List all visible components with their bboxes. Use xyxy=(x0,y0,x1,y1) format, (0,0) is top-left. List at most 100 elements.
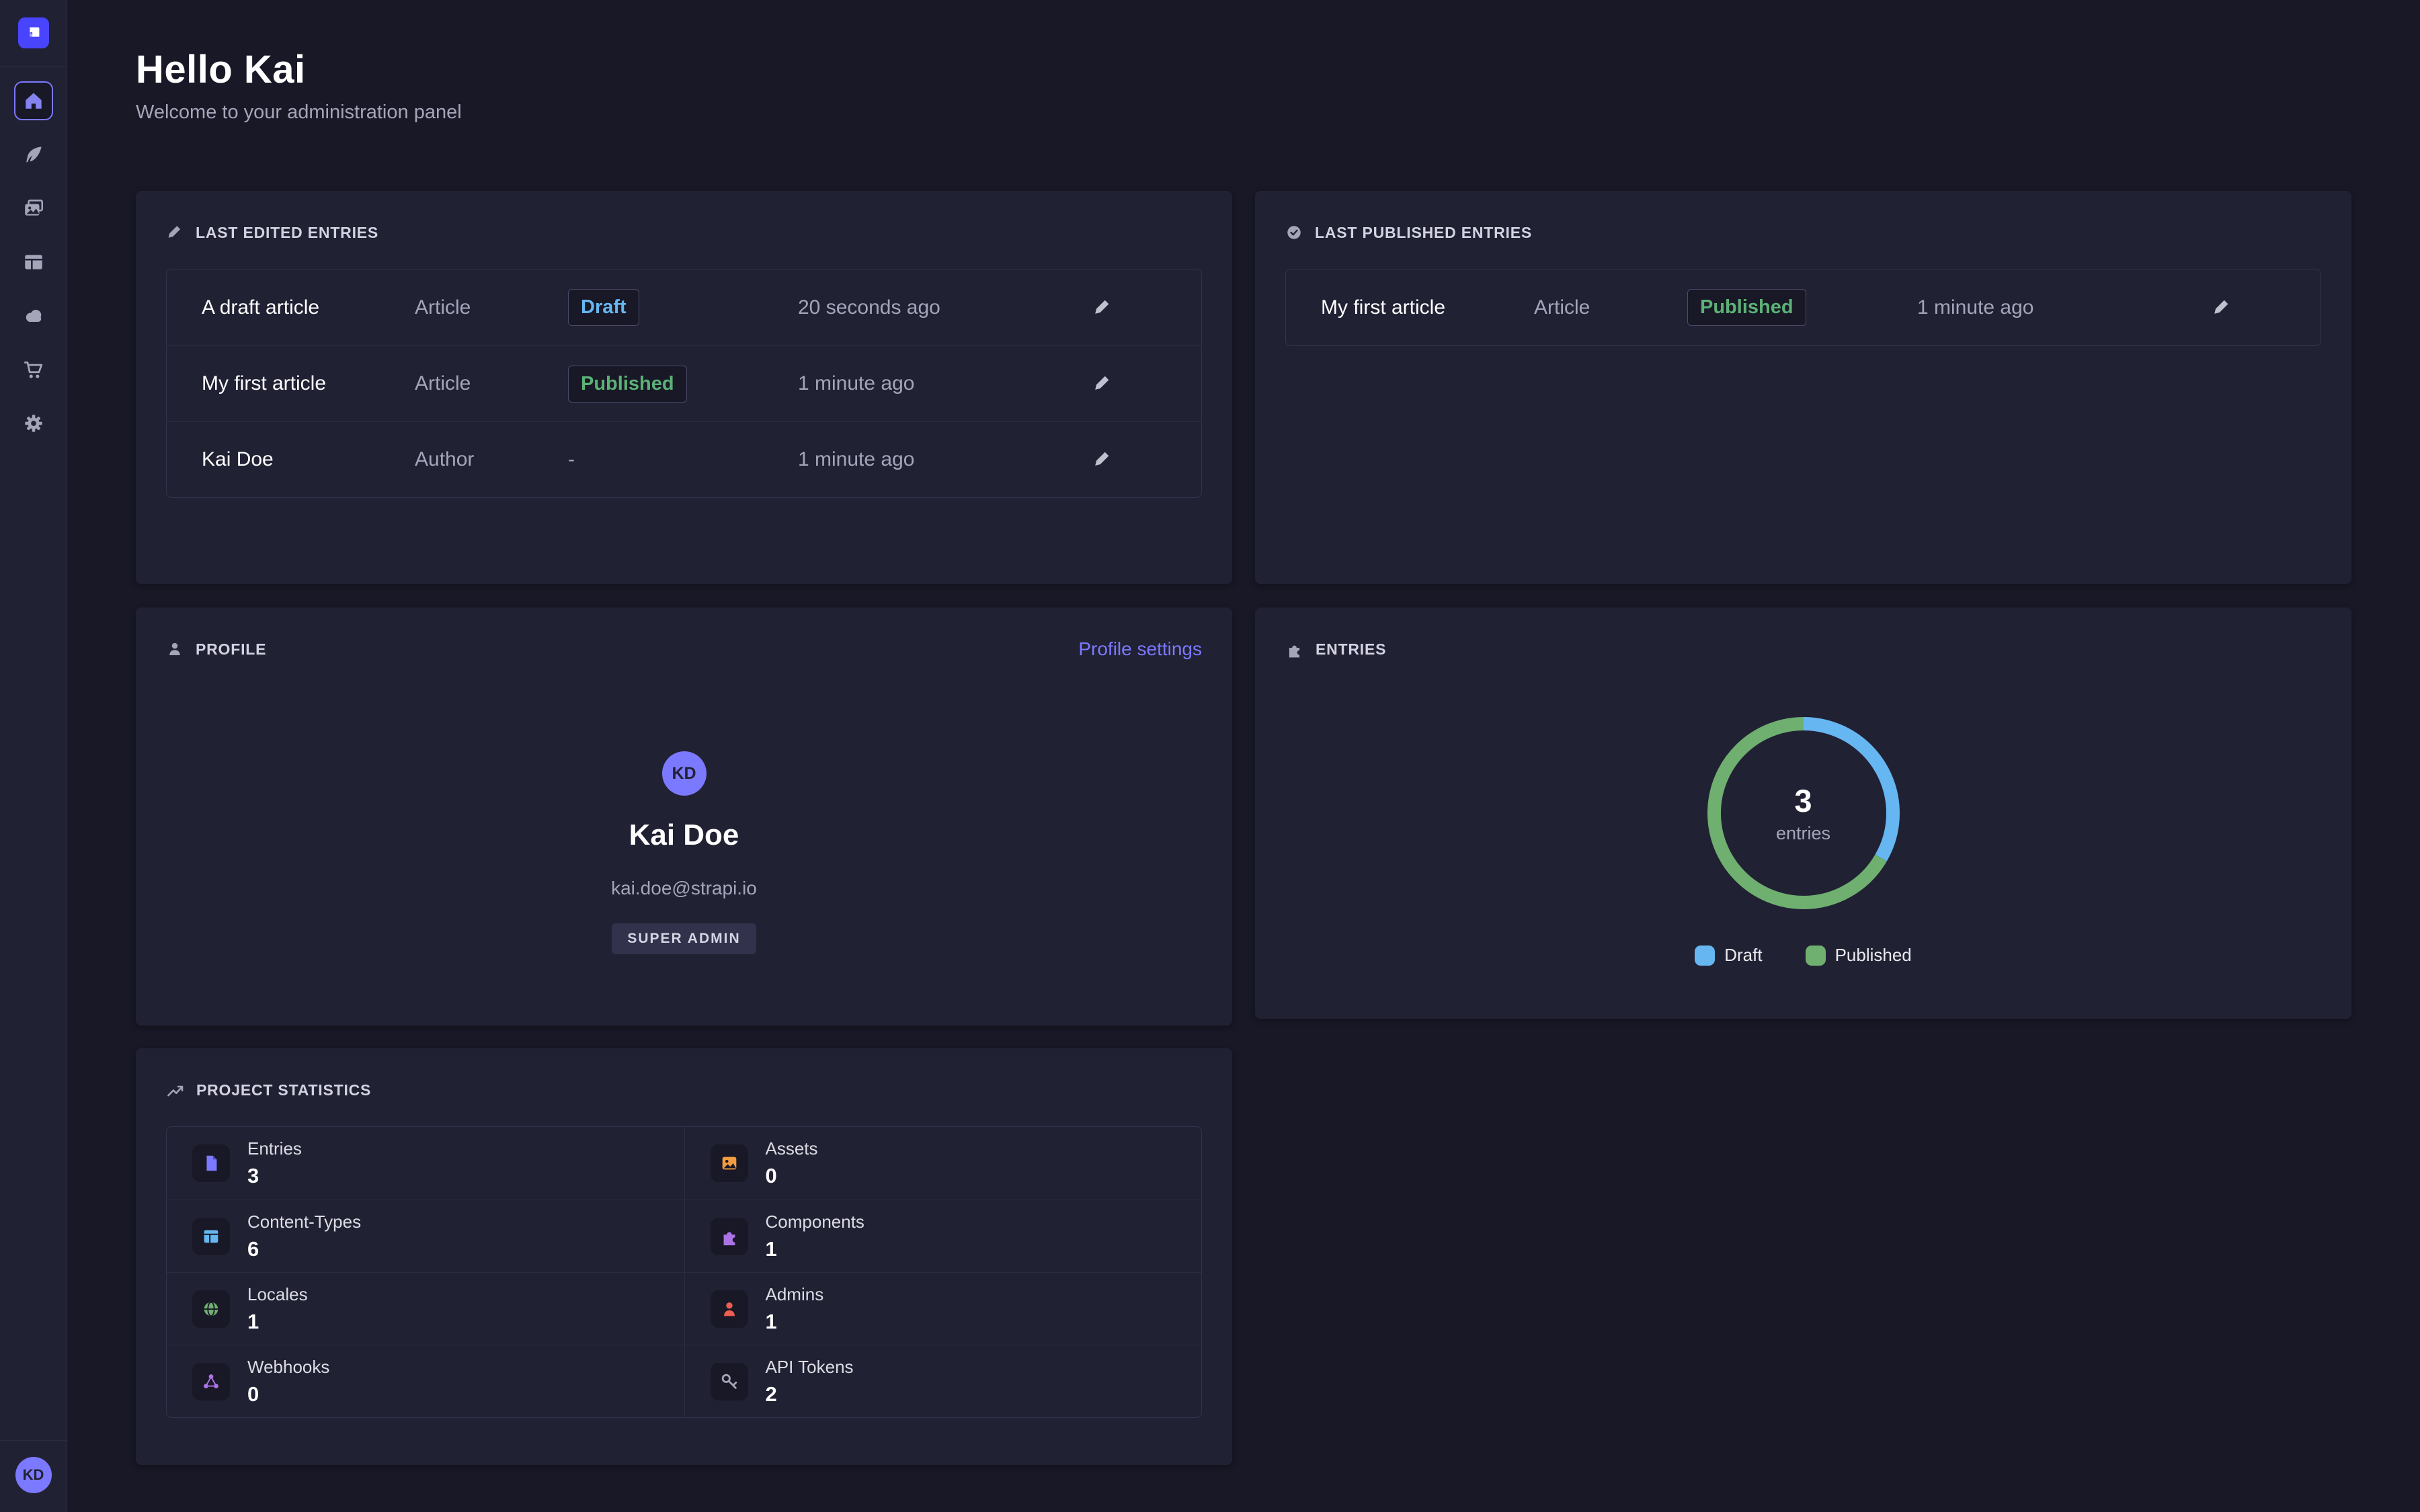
status-badge: Published xyxy=(568,366,687,403)
entry-type: Author xyxy=(415,448,568,471)
entry-time: 1 minute ago xyxy=(798,448,1086,471)
pencil-icon xyxy=(2212,298,2232,318)
profile-settings-link[interactable]: Profile settings xyxy=(1078,638,1202,660)
edit-entry-button[interactable] xyxy=(1086,368,1119,400)
panel-profile: PROFILE Profile settings KD Kai Doe kai.… xyxy=(136,607,1232,1025)
stat-value: 0 xyxy=(247,1382,329,1406)
status-badge: Draft xyxy=(568,289,639,326)
entry-type: Article xyxy=(415,372,568,395)
edit-entry-button[interactable] xyxy=(1086,444,1119,476)
legend-label: Draft xyxy=(1724,945,1762,966)
role-badge: SUPER ADMIN xyxy=(612,923,756,954)
stat-label: Components xyxy=(766,1212,864,1232)
table-row: Kai Doe Author - 1 minute ago xyxy=(167,421,1201,497)
stat-value: 1 xyxy=(766,1237,864,1261)
entry-name: Kai Doe xyxy=(202,448,415,471)
stat-label: Admins xyxy=(766,1284,824,1305)
pencil-icon xyxy=(166,224,184,241)
panel-project-statistics: PROJECT STATISTICS Entries 3 xyxy=(136,1048,1232,1465)
stat-components: Components 1 xyxy=(684,1200,1202,1272)
panel-title: ENTRIES xyxy=(1316,640,1386,659)
stat-content-types: Content-Types 6 xyxy=(167,1200,684,1272)
table-row: A draft article Article Draft 20 seconds… xyxy=(167,269,1201,345)
strapi-logo[interactable] xyxy=(18,17,49,48)
stats-table: Entries 3 Assets 0 xyxy=(166,1126,1202,1418)
stat-admins: Admins 1 xyxy=(684,1272,1202,1345)
legend-item-published: Published xyxy=(1806,945,1912,966)
user-avatar[interactable]: KD xyxy=(15,1457,52,1493)
entries-donut-chart: 3 entries xyxy=(1703,712,1904,914)
person-icon xyxy=(166,640,184,658)
sidebar-item-content-manager[interactable] xyxy=(14,135,53,174)
profile-avatar: KD xyxy=(662,751,707,796)
gear-icon xyxy=(22,412,45,435)
panel-title: PROFILE xyxy=(196,640,266,659)
feather-icon xyxy=(22,143,45,166)
stat-value: 3 xyxy=(247,1164,302,1188)
stat-value: 6 xyxy=(247,1237,361,1261)
key-icon xyxy=(719,1372,739,1392)
stat-label: Locales xyxy=(247,1284,308,1305)
trending-up-icon xyxy=(166,1081,184,1099)
stat-webhooks: Webhooks 0 xyxy=(167,1345,684,1417)
stat-entries: Entries 3 xyxy=(167,1127,684,1200)
entry-name: My first article xyxy=(202,372,415,395)
legend-item-draft: Draft xyxy=(1695,945,1762,966)
stat-value: 1 xyxy=(247,1310,308,1334)
entry-name: My first article xyxy=(1321,296,1534,319)
donut-center-label: entries xyxy=(1776,823,1830,844)
stat-locales: Locales 1 xyxy=(167,1272,684,1345)
stat-value: 0 xyxy=(766,1164,818,1188)
stat-label: Webhooks xyxy=(247,1357,329,1378)
page-title: Hello Kai xyxy=(136,47,2351,92)
sidebar-item-content-type-builder[interactable] xyxy=(14,243,53,282)
sidebar-item-deploy[interactable] xyxy=(14,296,53,335)
stat-value: 1 xyxy=(766,1310,824,1334)
panel-title: LAST PUBLISHED ENTRIES xyxy=(1315,224,1532,242)
panel-last-published-entries: LAST PUBLISHED ENTRIES My first article … xyxy=(1255,191,2351,584)
stat-label: Entries xyxy=(247,1138,302,1159)
layout-icon xyxy=(201,1226,221,1247)
strapi-logo-icon xyxy=(24,23,44,43)
edit-entry-button[interactable] xyxy=(1086,292,1119,324)
images-icon xyxy=(22,197,45,220)
stat-api-tokens: API Tokens 2 xyxy=(684,1345,1202,1417)
home-icon xyxy=(22,89,45,112)
sidebar: KD xyxy=(0,0,67,1512)
status-empty: - xyxy=(568,448,798,471)
sidebar-nav xyxy=(14,81,53,443)
main-content: Hello Kai Welcome to your administration… xyxy=(67,0,2420,1512)
profile-email: kai.doe@strapi.io xyxy=(611,878,757,899)
layout-icon xyxy=(22,251,45,274)
stat-label: API Tokens xyxy=(766,1357,854,1378)
pencil-icon xyxy=(1092,450,1113,470)
entry-type: Article xyxy=(415,296,568,319)
entry-time: 1 minute ago xyxy=(1917,296,2206,319)
entry-name: A draft article xyxy=(202,296,415,319)
donut-center-value: 3 xyxy=(1794,782,1812,819)
sidebar-item-media-library[interactable] xyxy=(14,189,53,228)
person-icon xyxy=(719,1299,739,1319)
picture-icon xyxy=(719,1153,739,1173)
panel-last-edited-entries: LAST EDITED ENTRIES A draft article Arti… xyxy=(136,191,1232,584)
chart-legend: Draft Published xyxy=(1695,945,1912,966)
sidebar-item-home[interactable] xyxy=(14,81,53,120)
sidebar-divider-top xyxy=(0,66,67,67)
last-published-table: My first article Article Published 1 min… xyxy=(1285,269,2321,346)
stat-value: 2 xyxy=(766,1382,854,1406)
sidebar-item-marketplace[interactable] xyxy=(14,350,53,389)
stat-label: Content-Types xyxy=(247,1212,361,1232)
cloud-icon xyxy=(22,304,46,328)
stat-label: Assets xyxy=(766,1138,818,1159)
globe-icon xyxy=(201,1299,221,1319)
puzzle-icon xyxy=(719,1226,739,1247)
legend-swatch-published xyxy=(1806,946,1826,966)
edit-entry-button[interactable] xyxy=(2206,292,2238,324)
page-subtitle: Welcome to your administration panel xyxy=(136,101,2351,124)
webhook-icon xyxy=(201,1372,221,1392)
panel-title: LAST EDITED ENTRIES xyxy=(196,224,378,242)
last-edited-table: A draft article Article Draft 20 seconds… xyxy=(166,269,1202,498)
sidebar-item-settings[interactable] xyxy=(14,404,53,443)
entry-type: Article xyxy=(1534,296,1687,319)
table-row: My first article Article Published 1 min… xyxy=(1286,269,2321,345)
